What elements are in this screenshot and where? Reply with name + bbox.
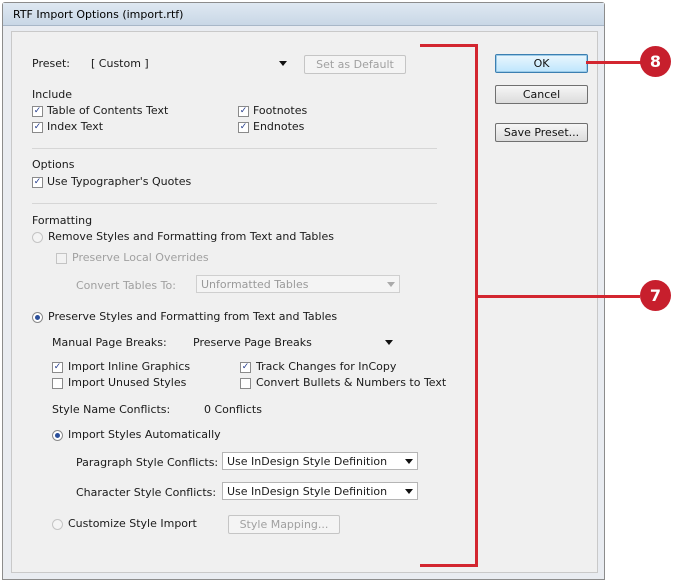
paragraph-style-conflicts-label: Paragraph Style Conflicts: [76, 456, 219, 469]
chevron-down-icon [279, 61, 287, 66]
endnotes-checkbox[interactable]: ✓ [238, 122, 249, 133]
chevron-down-icon [385, 340, 393, 345]
chevron-down-icon [405, 459, 413, 464]
callout-line [478, 295, 640, 298]
manual-page-breaks-label: Manual Page Breaks: [52, 336, 167, 349]
preset-value: [ Custom ] [91, 57, 149, 70]
callout-bracket [420, 564, 478, 567]
customize-style-import-label: Customize Style Import [68, 517, 197, 530]
manual-page-breaks-dropdown[interactable]: Preserve Page Breaks [188, 333, 398, 351]
preserve-styles-label: Preserve Styles and Formatting from Text… [48, 310, 338, 323]
set-as-default-button[interactable]: Set as Default [304, 55, 406, 74]
preserve-local-overrides-checkbox[interactable] [56, 253, 67, 264]
import-styles-automatically-radio[interactable] [52, 430, 63, 441]
style-mapping-button[interactable]: Style Mapping... [228, 515, 340, 534]
index-checkbox[interactable]: ✓ [32, 122, 43, 133]
style-name-conflicts-value: 0 Conflicts [204, 403, 262, 416]
convert-bullets-label: Convert Bullets & Numbers to Text [256, 376, 447, 389]
character-style-conflicts-dropdown[interactable]: Use InDesign Style Definition [222, 482, 418, 500]
import-styles-automatically-label: Import Styles Automatically [68, 428, 221, 441]
unused-styles-label: Import Unused Styles [68, 376, 187, 389]
paragraph-style-conflicts-dropdown[interactable]: Use InDesign Style Definition [222, 452, 418, 470]
preserve-styles-radio[interactable] [32, 312, 43, 323]
inline-graphics-checkbox[interactable]: ✓ [52, 362, 63, 373]
include-heading: Include [32, 88, 73, 101]
manual-page-breaks-value: Preserve Page Breaks [193, 336, 312, 349]
title-bar[interactable]: RTF Import Options (import.rtf) [3, 3, 604, 26]
convert-tables-dropdown[interactable]: Unformatted Tables [196, 275, 400, 293]
preset-label: Preset: [32, 57, 71, 70]
callout-bracket [420, 44, 478, 47]
rtf-import-dialog: RTF Import Options (import.rtf) Preset: … [2, 2, 605, 580]
typographers-quotes-checkbox[interactable]: ✓ [32, 177, 43, 188]
convert-bullets-checkbox[interactable] [240, 378, 251, 389]
options-heading: Options [32, 158, 75, 171]
footnotes-checkbox[interactable]: ✓ [238, 106, 249, 117]
preserve-local-overrides-label: Preserve Local Overrides [72, 251, 209, 264]
formatting-heading: Formatting [32, 214, 93, 227]
convert-tables-label: Convert Tables To: [76, 279, 176, 292]
remove-styles-label: Remove Styles and Formatting from Text a… [48, 230, 334, 243]
track-changes-label: Track Changes for InCopy [256, 360, 397, 373]
dialog-body: Preset: [ Custom ] Set as Default Includ… [11, 31, 598, 573]
ok-button[interactable]: OK [495, 54, 588, 73]
divider [32, 203, 437, 204]
unused-styles-checkbox[interactable] [52, 378, 63, 389]
preset-dropdown[interactable]: [ Custom ] [86, 54, 292, 72]
chevron-down-icon [387, 282, 395, 287]
chevron-down-icon [405, 489, 413, 494]
typographers-quotes-label: Use Typographer's Quotes [47, 175, 192, 188]
toc-checkbox[interactable]: ✓ [32, 106, 43, 117]
toc-label: Table of Contents Text [47, 104, 169, 117]
cancel-button[interactable]: Cancel [495, 85, 588, 104]
character-style-conflicts-label: Character Style Conflicts: [76, 486, 217, 499]
customize-style-import-radio[interactable] [52, 519, 63, 530]
paragraph-style-conflicts-value: Use InDesign Style Definition [227, 455, 388, 468]
remove-styles-radio[interactable] [32, 232, 43, 243]
window-title: RTF Import Options (import.rtf) [13, 8, 184, 21]
callout-bracket [475, 44, 478, 567]
divider [32, 148, 437, 149]
footnotes-label: Footnotes [253, 104, 308, 117]
track-changes-checkbox[interactable]: ✓ [240, 362, 251, 373]
callout-badge-7: 7 [640, 280, 671, 311]
callout-badge-8: 8 [640, 46, 671, 77]
callout-line [586, 61, 642, 64]
character-style-conflicts-value: Use InDesign Style Definition [227, 485, 388, 498]
style-name-conflicts-label: Style Name Conflicts: [52, 403, 171, 416]
endnotes-label: Endnotes [253, 120, 305, 133]
inline-graphics-label: Import Inline Graphics [68, 360, 191, 373]
save-preset-button[interactable]: Save Preset... [495, 123, 588, 142]
index-label: Index Text [47, 120, 104, 133]
convert-tables-value: Unformatted Tables [201, 278, 309, 291]
